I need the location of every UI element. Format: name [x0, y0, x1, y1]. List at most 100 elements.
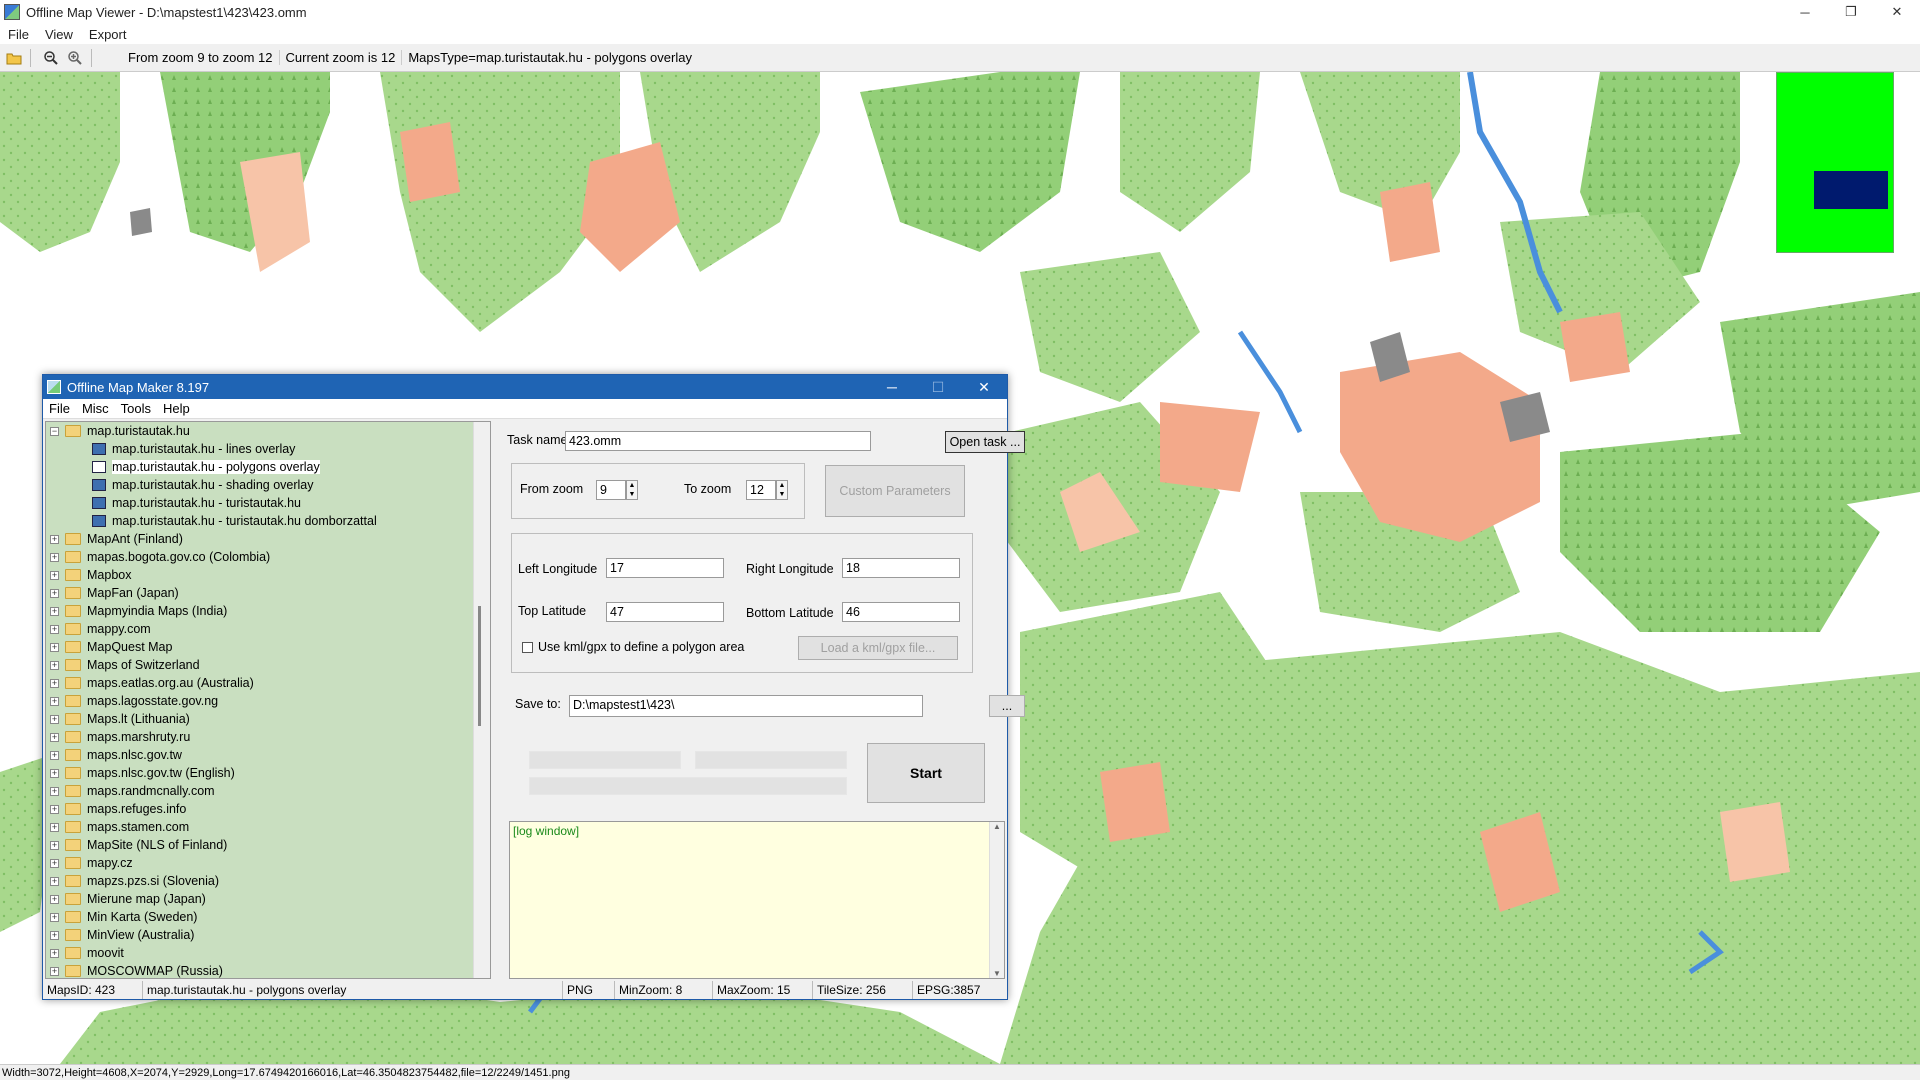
tree-folder[interactable]: + Maps of Switzerland	[46, 656, 490, 674]
expand-icon[interactable]: +	[50, 912, 59, 922]
expand-icon[interactable]: +	[50, 786, 59, 796]
expand-icon[interactable]: +	[50, 552, 59, 562]
dialog-menu-help[interactable]: Help	[157, 401, 196, 416]
expand-icon[interactable]: +	[50, 696, 59, 706]
expand-icon[interactable]: +	[50, 624, 59, 634]
expand-icon[interactable]: +	[50, 750, 59, 760]
tree-item[interactable]: map.turistautak.hu - polygons overlay	[46, 458, 490, 476]
toolbar: From zoom 9 to zoom 12 Current zoom is 1…	[0, 44, 1920, 72]
tree-folder[interactable]: + maps.nlsc.gov.tw (English)	[46, 764, 490, 782]
tree-folder[interactable]: + Mierune map (Japan)	[46, 890, 490, 908]
tree-folder[interactable]: + maps.nlsc.gov.tw	[46, 746, 490, 764]
menu-file[interactable]: File	[0, 27, 37, 42]
map-source-tree[interactable]: − map.turistautak.hu map.turistautak.hu …	[45, 421, 491, 979]
tree-folder[interactable]: + mapzs.pzs.si (Slovenia)	[46, 872, 490, 890]
tree-folder[interactable]: + Maps.lt (Lithuania)	[46, 710, 490, 728]
expand-icon[interactable]: +	[50, 930, 59, 940]
minimap[interactable]	[1776, 72, 1894, 253]
right-longitude-input[interactable]: 18	[842, 558, 960, 578]
tree-folder[interactable]: + mapy.cz	[46, 854, 490, 872]
task-name-input[interactable]: 423.omm	[565, 431, 871, 451]
expand-icon[interactable]: +	[50, 858, 59, 868]
tree-scrollbar[interactable]	[473, 422, 490, 978]
tree-folder[interactable]: + moovit	[46, 944, 490, 962]
expand-icon[interactable]: +	[50, 570, 59, 580]
expand-icon[interactable]: +	[50, 642, 59, 652]
open-task-button[interactable]: Open task ...	[945, 431, 1025, 453]
tree-folder[interactable]: + mapas.bogota.gov.co (Colombia)	[46, 548, 490, 566]
top-latitude-input[interactable]: 47	[606, 602, 724, 622]
dialog-menu-tools[interactable]: Tools	[115, 401, 157, 416]
tree-folder[interactable]: + Mapbox	[46, 566, 490, 584]
menu-view[interactable]: View	[37, 27, 81, 42]
log-window[interactable]: [log window] ▲ ▼	[509, 821, 1005, 979]
dialog-minimize-button[interactable]: ─	[869, 375, 915, 399]
to-zoom-input[interactable]: 12	[746, 480, 776, 500]
expand-icon[interactable]: +	[50, 732, 59, 742]
expand-icon[interactable]: +	[50, 606, 59, 616]
tree-folder-label: MapFan (Japan)	[87, 586, 179, 600]
expand-icon[interactable]: +	[50, 822, 59, 832]
expand-icon[interactable]: +	[50, 768, 59, 778]
folder-icon	[65, 551, 81, 563]
expand-icon[interactable]: +	[50, 948, 59, 958]
expand-icon[interactable]: +	[50, 714, 59, 724]
tree-folder[interactable]: + maps.refuges.info	[46, 800, 490, 818]
dialog-menu-file[interactable]: File	[43, 401, 76, 416]
expand-icon[interactable]: +	[50, 678, 59, 688]
expand-icon[interactable]: +	[50, 840, 59, 850]
tree-folder[interactable]: + maps.stamen.com	[46, 818, 490, 836]
expand-icon[interactable]: +	[50, 894, 59, 904]
tree-folder[interactable]: + maps.marshruty.ru	[46, 728, 490, 746]
save-to-input[interactable]: D:\mapstest1\423\	[569, 695, 923, 717]
minimap-viewport[interactable]	[1814, 171, 1888, 209]
zoom-in-icon[interactable]	[65, 48, 85, 68]
left-longitude-input[interactable]: 17	[606, 558, 724, 578]
tree-folder[interactable]: + MapFan (Japan)	[46, 584, 490, 602]
minimize-button[interactable]: ─	[1782, 0, 1828, 24]
tree-item[interactable]: map.turistautak.hu - lines overlay	[46, 440, 490, 458]
map-layer-icon	[92, 443, 106, 455]
tree-item[interactable]: map.turistautak.hu - turistautak.hu domb…	[46, 512, 490, 530]
bottom-latitude-input[interactable]: 46	[842, 602, 960, 622]
tree-folder[interactable]: + maps.lagosstate.gov.ng	[46, 692, 490, 710]
tree-folder[interactable]: + maps.randmcnally.com	[46, 782, 490, 800]
collapse-icon[interactable]: −	[50, 426, 59, 436]
zoom-out-icon[interactable]	[41, 48, 61, 68]
tree-folder[interactable]: + mappy.com	[46, 620, 490, 638]
tree-folder[interactable]: + Min Karta (Sweden)	[46, 908, 490, 926]
tree-root[interactable]: − map.turistautak.hu	[46, 422, 490, 440]
expand-icon[interactable]: +	[50, 966, 59, 976]
log-scrollbar[interactable]: ▲ ▼	[989, 822, 1004, 978]
from-zoom-spinner-icon[interactable]: ▲ ▼	[626, 480, 638, 500]
tree-folder[interactable]: + MapQuest Map	[46, 638, 490, 656]
custom-parameters-button[interactable]: Custom Parameters	[825, 465, 965, 517]
tree-folder[interactable]: + Mapmyindia Maps (India)	[46, 602, 490, 620]
expand-icon[interactable]: +	[50, 804, 59, 814]
close-button[interactable]: ✕	[1874, 0, 1920, 24]
expand-icon[interactable]: +	[50, 876, 59, 886]
maximize-button[interactable]: ❐	[1828, 0, 1874, 24]
dialog-menu-misc[interactable]: Misc	[76, 401, 115, 416]
to-zoom-spinner-icon[interactable]: ▲ ▼	[776, 480, 788, 500]
dialog-close-button[interactable]: ✕	[961, 375, 1007, 399]
tree-folder[interactable]: + maps.eatlas.org.au (Australia)	[46, 674, 490, 692]
tree-folder[interactable]: + MOSCOWMAP (Russia)	[46, 962, 490, 978]
dialog-maximize-button[interactable]: ☐	[915, 375, 961, 399]
tree-folder[interactable]: + MinView (Australia)	[46, 926, 490, 944]
tree-folder[interactable]: + MapSite (NLS of Finland)	[46, 836, 490, 854]
start-button[interactable]: Start	[867, 743, 985, 803]
load-kml-button[interactable]: Load a kml/gpx file...	[798, 636, 958, 660]
open-folder-icon[interactable]	[4, 48, 24, 68]
tree-folder[interactable]: + MapAnt (Finland)	[46, 530, 490, 548]
menu-export[interactable]: Export	[81, 27, 135, 42]
browse-button[interactable]: ...	[989, 695, 1025, 717]
expand-icon[interactable]: +	[50, 588, 59, 598]
tree-scroll-thumb[interactable]	[478, 606, 481, 726]
tree-item[interactable]: map.turistautak.hu - shading overlay	[46, 476, 490, 494]
tree-item[interactable]: map.turistautak.hu - turistautak.hu	[46, 494, 490, 512]
expand-icon[interactable]: +	[50, 660, 59, 670]
expand-icon[interactable]: +	[50, 534, 59, 544]
from-zoom-input[interactable]: 9	[596, 480, 626, 500]
kml-checkbox[interactable]	[522, 642, 533, 653]
